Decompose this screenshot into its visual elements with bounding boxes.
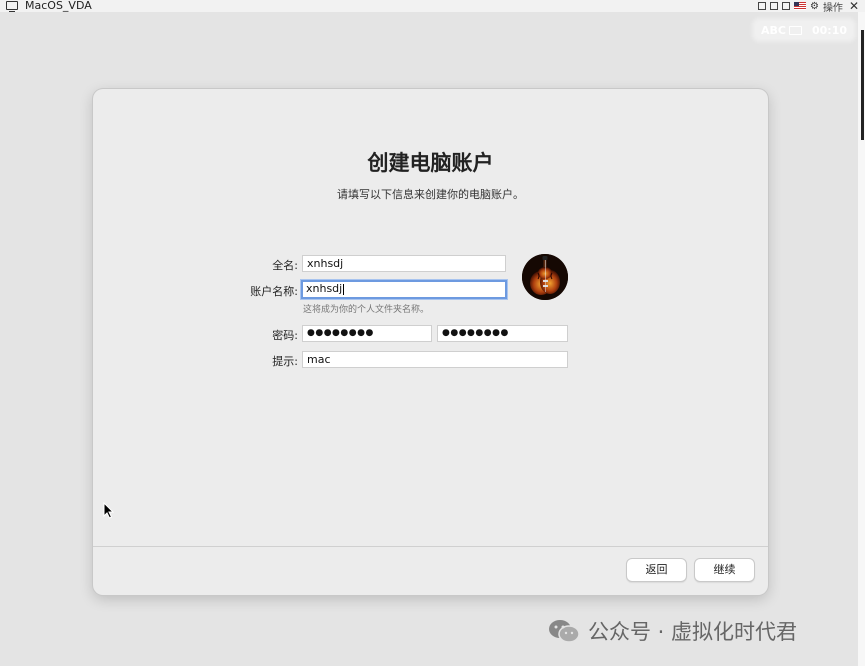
full-name-label: 全名: (272, 259, 298, 272)
us-flag-icon[interactable] (793, 2, 806, 10)
vm-window-title: MacOS_VDA (25, 0, 92, 12)
input-source-indicator[interactable]: ABC (761, 24, 802, 37)
guitar-icon (522, 254, 568, 300)
page-subtitle: 请填写以下信息来创建你的电脑账户。 (337, 188, 524, 201)
footer-divider (93, 546, 768, 547)
watermark: 公众号 · 虚拟化时代君 (548, 617, 797, 645)
continue-button[interactable]: 继续 (694, 558, 755, 582)
page-title: 创建电脑账户 (367, 151, 494, 175)
gear-icon[interactable]: ⚙ (810, 1, 819, 12)
restore-icon[interactable] (769, 2, 778, 10)
maximize-icon[interactable] (781, 2, 790, 10)
clock: 00:10 (811, 23, 847, 37)
mouse-pointer-icon (103, 502, 115, 519)
ops-menu[interactable]: 操作 (823, 0, 843, 14)
scrollbar-thumb[interactable] (861, 30, 864, 140)
keyboard-icon (788, 26, 802, 35)
password-hint-field[interactable]: mac (302, 351, 568, 368)
user-picture-avatar[interactable] (522, 254, 568, 300)
right-edge-scroll (858, 12, 865, 666)
vm-titlebar: MacOS_VDA ⚙ 操作 ✕ (0, 0, 865, 14)
wechat-icon (549, 620, 580, 643)
account-name-label: 账户名称: (250, 285, 298, 298)
verify-password-field[interactable]: ●●●●●●●● (437, 325, 568, 342)
monitor-icon (6, 1, 18, 12)
menu-status-area: ABC 00:10 (755, 20, 853, 40)
full-name-field[interactable]: xnhsdj (302, 255, 506, 272)
password-label: 密码: (272, 329, 298, 342)
password-field[interactable]: ●●●●●●●● (302, 325, 432, 342)
watermark-text: 公众号 · 虚拟化时代君 (588, 620, 798, 644)
account-name-field[interactable]: xnhsdj (301, 280, 507, 299)
account-name-hint: 这将成为你的个人文件夹名称。 (303, 305, 430, 315)
back-button[interactable]: 返回 (626, 558, 687, 582)
window-mode-icon[interactable] (757, 2, 766, 10)
setup-assistant-panel: 创建电脑账户 请填写以下信息来创建你的电脑账户。 全名: xnhsdj 账户名称… (93, 89, 768, 595)
text-caret (343, 283, 345, 295)
vm-controls: ⚙ 操作 ✕ (757, 0, 859, 14)
hint-label: 提示: (272, 355, 298, 368)
